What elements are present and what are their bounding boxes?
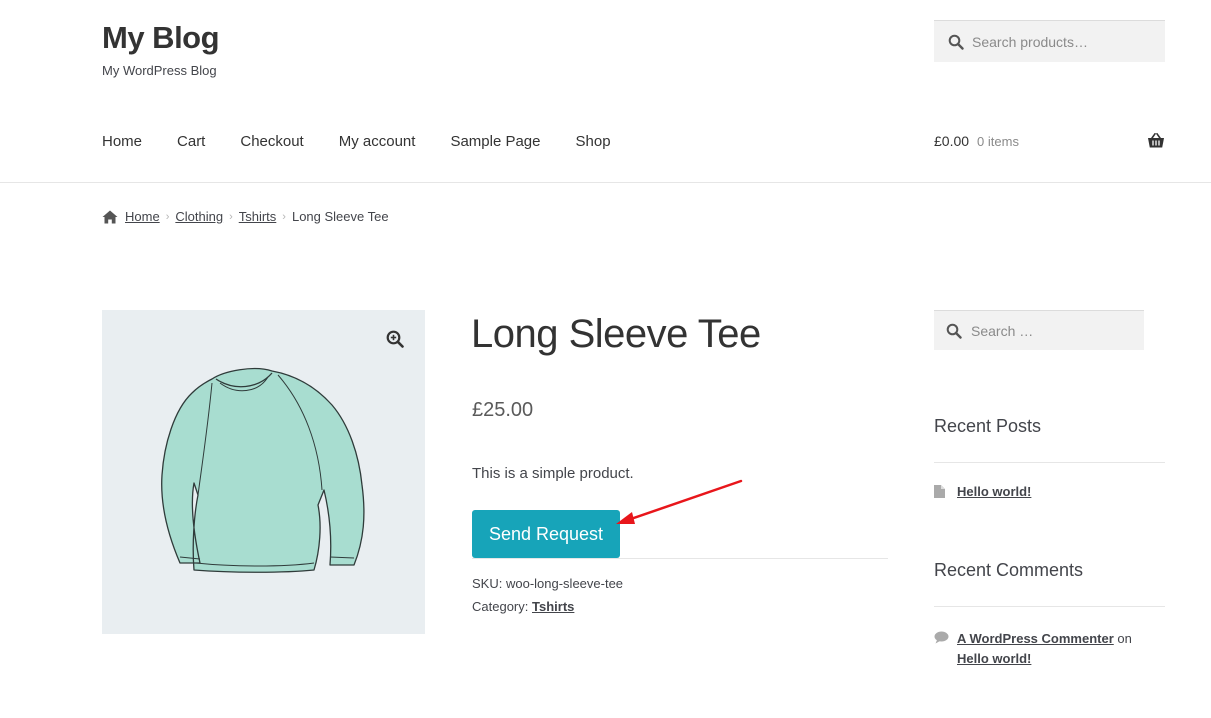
header-divider	[0, 182, 1211, 183]
chevron-right-icon: ›	[165, 210, 170, 223]
annotation-arrow-icon	[616, 479, 743, 524]
product-category: Category: Tshirts	[472, 599, 574, 614]
header-cart[interactable]: £0.00 0 items	[934, 133, 1165, 149]
basket-icon	[1148, 133, 1164, 148]
nav-item-home[interactable]: Home	[102, 133, 142, 150]
list-item: Hello world!	[934, 484, 1031, 499]
site-title[interactable]: My Blog	[102, 20, 220, 56]
primary-navigation: Home Cart Checkout My account Sample Pag…	[102, 133, 646, 150]
breadcrumb-tshirts[interactable]: Tshirts	[239, 209, 277, 224]
chevron-right-icon: ›	[229, 210, 233, 223]
recent-post-link[interactable]: Hello world!	[957, 484, 1031, 499]
document-icon	[934, 485, 945, 498]
product-search-input[interactable]	[972, 33, 1152, 50]
recent-comments-title: Recent Comments	[934, 560, 1084, 580]
list-item: A WordPress Commenter on Hello world!	[934, 629, 1165, 669]
chevron-right-icon: ›	[282, 210, 286, 223]
nav-item-shop[interactable]: Shop	[576, 133, 611, 150]
site-description: My WordPress Blog	[102, 63, 217, 78]
category-label: Category:	[472, 599, 529, 614]
search-icon	[948, 34, 964, 50]
breadcrumb-clothing[interactable]: Clothing	[175, 209, 223, 224]
cart-amount: £0.00	[934, 133, 970, 149]
nav-item-sample-page[interactable]: Sample Page	[450, 133, 540, 150]
search-icon	[946, 323, 962, 339]
header-search-form	[934, 20, 1165, 62]
sku-value: woo-long-sleeve-tee	[505, 576, 624, 591]
sidebar-search-form	[934, 310, 1144, 350]
recent-posts-title: Recent Posts	[934, 416, 1042, 436]
breadcrumb: Home › Clothing › Tshirts › Long Sleeve …	[102, 209, 389, 224]
send-request-button[interactable]: Send Request	[472, 510, 620, 558]
nav-item-cart[interactable]: Cart	[177, 133, 205, 150]
nav-item-my-account[interactable]: My account	[339, 133, 416, 150]
product-sku: SKU: woo-long-sleeve-tee	[472, 576, 623, 591]
comment-bubble-icon	[934, 631, 949, 644]
comment-author-link[interactable]: A WordPress Commenter	[957, 631, 1114, 646]
comment-on-text: on	[1117, 631, 1132, 646]
widget-divider	[934, 606, 1165, 607]
product-title: Long Sleeve Tee	[471, 312, 761, 356]
breadcrumb-current: Long Sleeve Tee	[291, 209, 389, 224]
nav-item-checkout[interactable]: Checkout	[240, 133, 303, 150]
category-link[interactable]: Tshirts	[532, 599, 574, 614]
product-meta-divider	[472, 558, 888, 559]
cart-count: 0 items	[977, 133, 1019, 149]
sku-label: SKU:	[472, 576, 503, 591]
comment-post-link[interactable]: Hello world!	[957, 651, 1031, 666]
breadcrumb-home[interactable]: Home	[125, 209, 160, 224]
home-icon	[102, 210, 118, 223]
product-image[interactable]	[102, 310, 425, 634]
product-price: £25.00	[472, 399, 534, 421]
sidebar-search-input[interactable]	[971, 322, 1121, 339]
zoom-in-icon[interactable]	[386, 330, 404, 348]
long-sleeve-tee-illustration	[161, 367, 365, 573]
widget-divider	[934, 462, 1165, 463]
